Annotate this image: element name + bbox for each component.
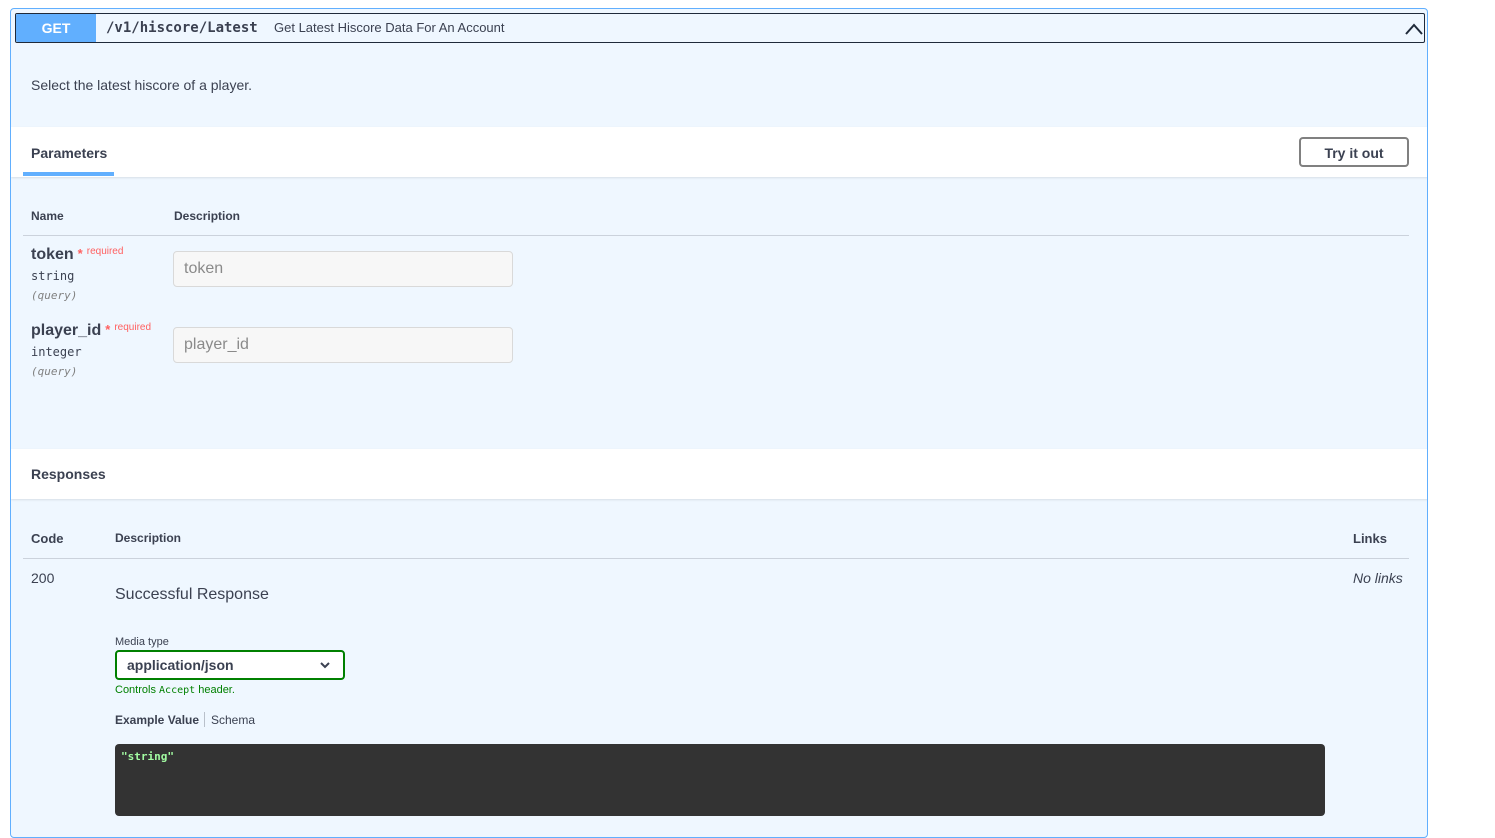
chevron-down-icon [320,662,330,669]
player-id-input[interactable] [173,327,513,363]
operation-description: Select the latest hiscore of a player. [31,77,253,93]
required-label: required [114,322,152,333]
column-header-links: Links [1353,531,1387,546]
param-location-token: (query) [31,289,78,302]
controls-accept-note: Controls Accept header. [115,684,235,696]
param-location-player-id: (query) [31,365,78,378]
responses-divider [23,558,1409,559]
tab-active-indicator [23,172,114,176]
param-name-player-id: player_id * required [31,322,151,340]
param-label-player-id: player_id [31,322,102,339]
parameters-divider [23,235,1409,236]
column-header-code: Code [31,531,64,546]
column-header-description: Description [174,209,241,223]
param-type-token: string [31,269,75,283]
example-value-text: "string" [121,750,174,763]
responses-title: Responses [31,466,106,482]
media-type-select[interactable]: application/json [115,650,345,680]
required-star: * [77,246,83,261]
column-header-response-description: Description [115,531,182,545]
response-links: No links [1353,570,1403,586]
media-type-value: application/json [127,657,234,673]
controls-code: Accept [159,685,196,696]
required-label: required [86,246,124,257]
required-star: * [105,322,111,337]
param-type-player-id: integer [31,345,82,359]
example-value-code-block: "string" [115,744,1325,816]
operation-summary-bar[interactable]: GET /v1/hiscore/Latest Get Latest Hiscor… [15,13,1425,43]
controls-suffix: header. [198,684,235,696]
try-it-out-button[interactable]: Try it out [1299,137,1409,167]
response-description: Successful Response [115,586,269,603]
endpoint-path: /v1/hiscore/Latest [106,20,258,36]
http-method-badge: GET [16,14,96,42]
param-name-token: token * required [31,246,123,264]
column-header-name: Name [31,209,64,223]
parameters-header: Parameters Try it out [11,127,1427,177]
responses-header: Responses [11,449,1427,499]
media-type-label: Media type [115,636,169,648]
tab-parameters[interactable]: Parameters [31,145,107,161]
tab-schema[interactable]: Schema [211,713,255,727]
param-label-token: token [31,246,74,263]
tab-example-value[interactable]: Example Value [115,713,199,727]
chevron-up-icon[interactable] [1404,19,1424,39]
operation-block-get-hiscore-latest: GET /v1/hiscore/Latest Get Latest Hiscor… [10,8,1428,838]
operation-summary: Get Latest Hiscore Data For An Account [274,20,505,35]
token-input[interactable] [173,251,513,287]
tab-separator [204,712,205,727]
controls-prefix: Controls [115,684,156,696]
response-code: 200 [31,570,55,586]
